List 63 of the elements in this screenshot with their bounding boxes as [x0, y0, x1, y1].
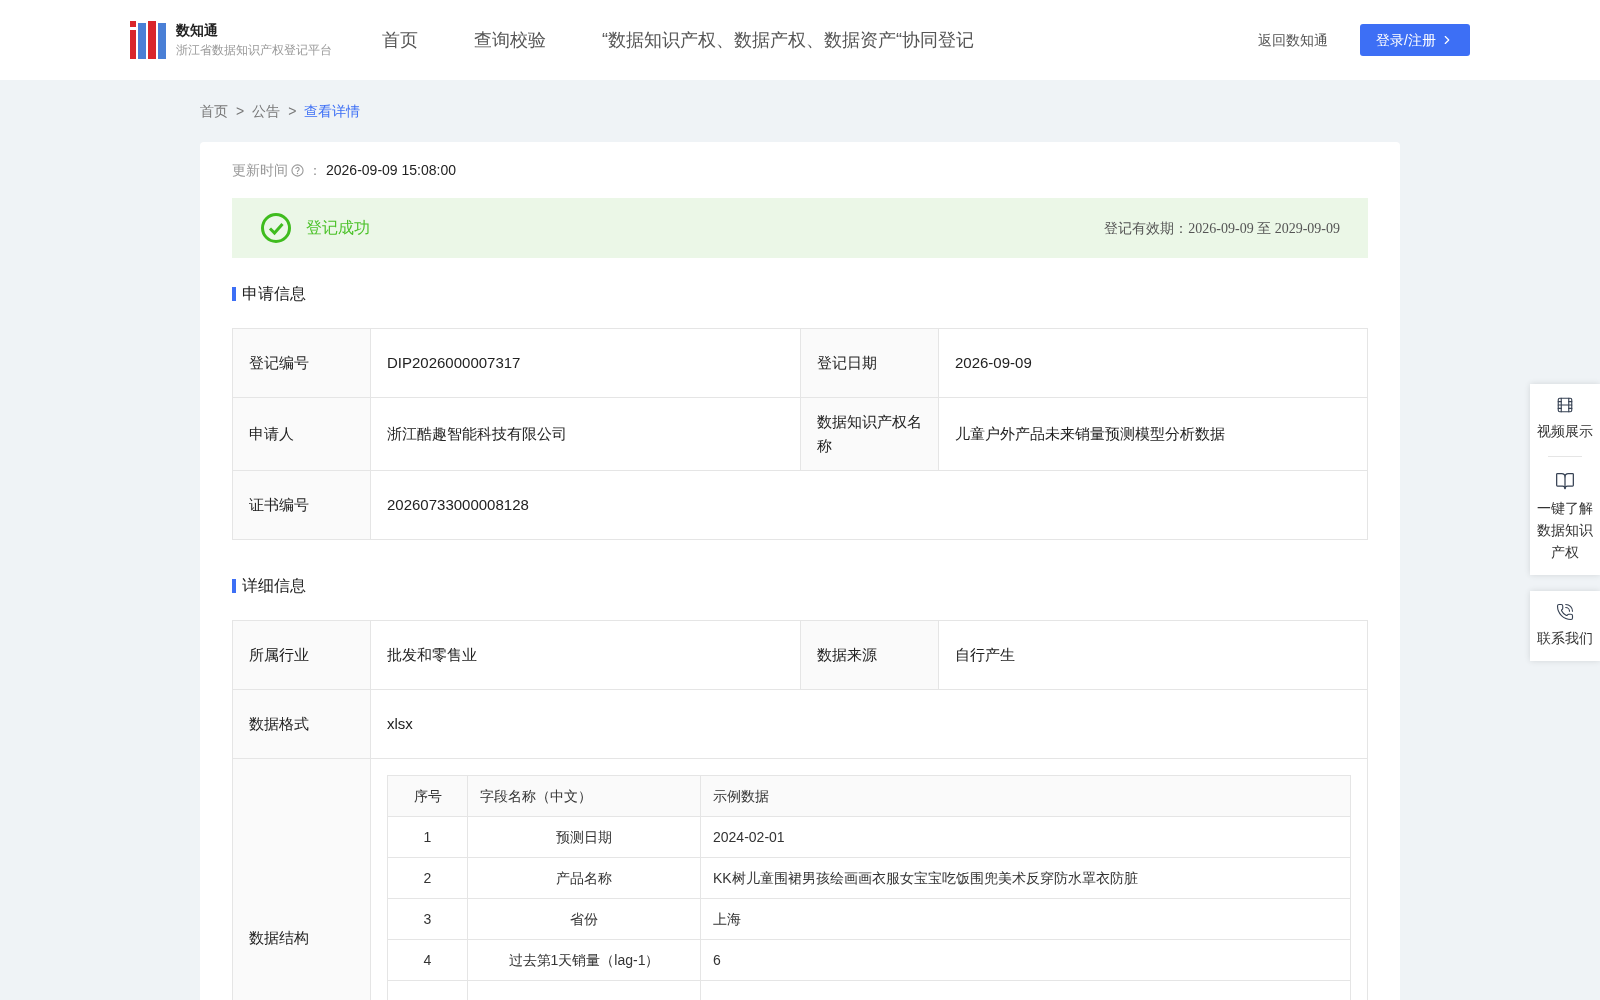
side-panel-link[interactable]: 联系我们 — [1534, 603, 1596, 649]
logo-subtitle: 浙江省数据知识产权登记平台 — [176, 42, 332, 59]
nav-link[interactable]: “数据知识产权、数据产权、数据资产“协同登记 — [602, 26, 974, 54]
table-cell-text: 产品名称 — [556, 868, 612, 888]
side-panel-label: 联系我们 — [1537, 629, 1593, 648]
update-time-label: 更新时间 — [232, 160, 288, 180]
field-label: 数据来源 — [817, 645, 877, 665]
book-icon — [1555, 471, 1575, 491]
table-cell-text: 6 — [713, 950, 721, 970]
field-label: 登记编号 — [249, 353, 309, 373]
section-title: 详细信息 — [242, 576, 306, 596]
table-cell-text: 上海 — [713, 909, 741, 929]
field-value: 批发和零售业 — [387, 644, 477, 665]
table-cell-text: 预测日期 — [556, 827, 612, 847]
logo-icon — [130, 21, 166, 59]
login-button[interactable]: 登录/注册 — [1360, 24, 1470, 56]
nav-link[interactable]: 首页 — [382, 26, 418, 54]
field-value: 浙江酷趣智能科技有限公司 — [387, 423, 567, 444]
field-value: xlsx — [387, 713, 413, 734]
field-value: 20260733000008128 — [387, 494, 529, 515]
table-cell-text: 1 — [423, 827, 432, 847]
breadcrumb-link[interactable]: 查看详情 — [304, 100, 361, 122]
side-panel-link[interactable]: 一键了解数据知识产权 — [1534, 471, 1596, 563]
field-value: 自行产生 — [955, 644, 1015, 665]
check-circle-icon — [260, 212, 292, 244]
breadcrumb-link[interactable]: 公告 — [252, 100, 281, 122]
breadcrumb-separator: > — [288, 101, 297, 121]
film-icon — [1556, 396, 1574, 414]
table-cell-text: 3 — [423, 909, 432, 929]
logo-title: 数知通 — [176, 21, 219, 40]
table-cell-text: 2024-02-01 — [713, 827, 785, 847]
field-value: 2026-09-09 — [955, 352, 1032, 373]
field-label: 数据知识产权名称 — [817, 412, 922, 456]
side-panel-label: 一键了解数据知识产权 — [1536, 499, 1594, 562]
side-panel-link[interactable]: 视频展示 — [1534, 396, 1596, 442]
table-cell-text: 2 — [423, 868, 432, 888]
back-link[interactable]: 返回数知通 — [1258, 29, 1329, 51]
side-panel-label: 视频展示 — [1537, 422, 1593, 441]
section-title: 申请信息 — [242, 284, 306, 304]
column-header: 示例数据 — [713, 786, 769, 806]
update-time-value: 2026-09-09 15:08:00 — [326, 160, 456, 180]
breadcrumb-link[interactable]: 首页 — [200, 100, 228, 122]
nav-link[interactable]: 查询校验 — [474, 26, 546, 54]
phone-icon — [1556, 603, 1574, 621]
field-value: DIP2026000007317 — [387, 352, 521, 373]
table-cell-text: 4 — [423, 950, 432, 970]
field-label: 所属行业 — [249, 645, 309, 665]
column-header: 序号 — [413, 786, 442, 806]
table-cell-text: KK树儿童围裙男孩绘画画衣服女宝宝吃饭围兜美术反穿防水罩衣防脏 — [713, 868, 1138, 888]
field-value: 儿童户外产品未来销量预测模型分析数据 — [955, 423, 1225, 444]
update-time-colon: ： — [308, 160, 322, 180]
field-label: 登记日期 — [817, 353, 877, 373]
column-header: 字段名称（中文） — [480, 786, 592, 806]
field-label: 申请人 — [249, 424, 294, 444]
breadcrumb-separator: > — [236, 101, 245, 121]
table-cell-text: 省份 — [570, 909, 598, 929]
validity-period: 登记有效期：2026-09-09 至 2029-09-09 — [1104, 219, 1340, 238]
table-cell-text: 过去第1天销量（lag-1） — [508, 950, 660, 970]
help-icon — [291, 163, 304, 177]
field-label: 证书编号 — [249, 495, 309, 515]
field-label: 数据格式 — [249, 714, 309, 734]
field-label: 数据结构 — [249, 928, 309, 949]
status-text: 登记成功 — [306, 218, 370, 238]
